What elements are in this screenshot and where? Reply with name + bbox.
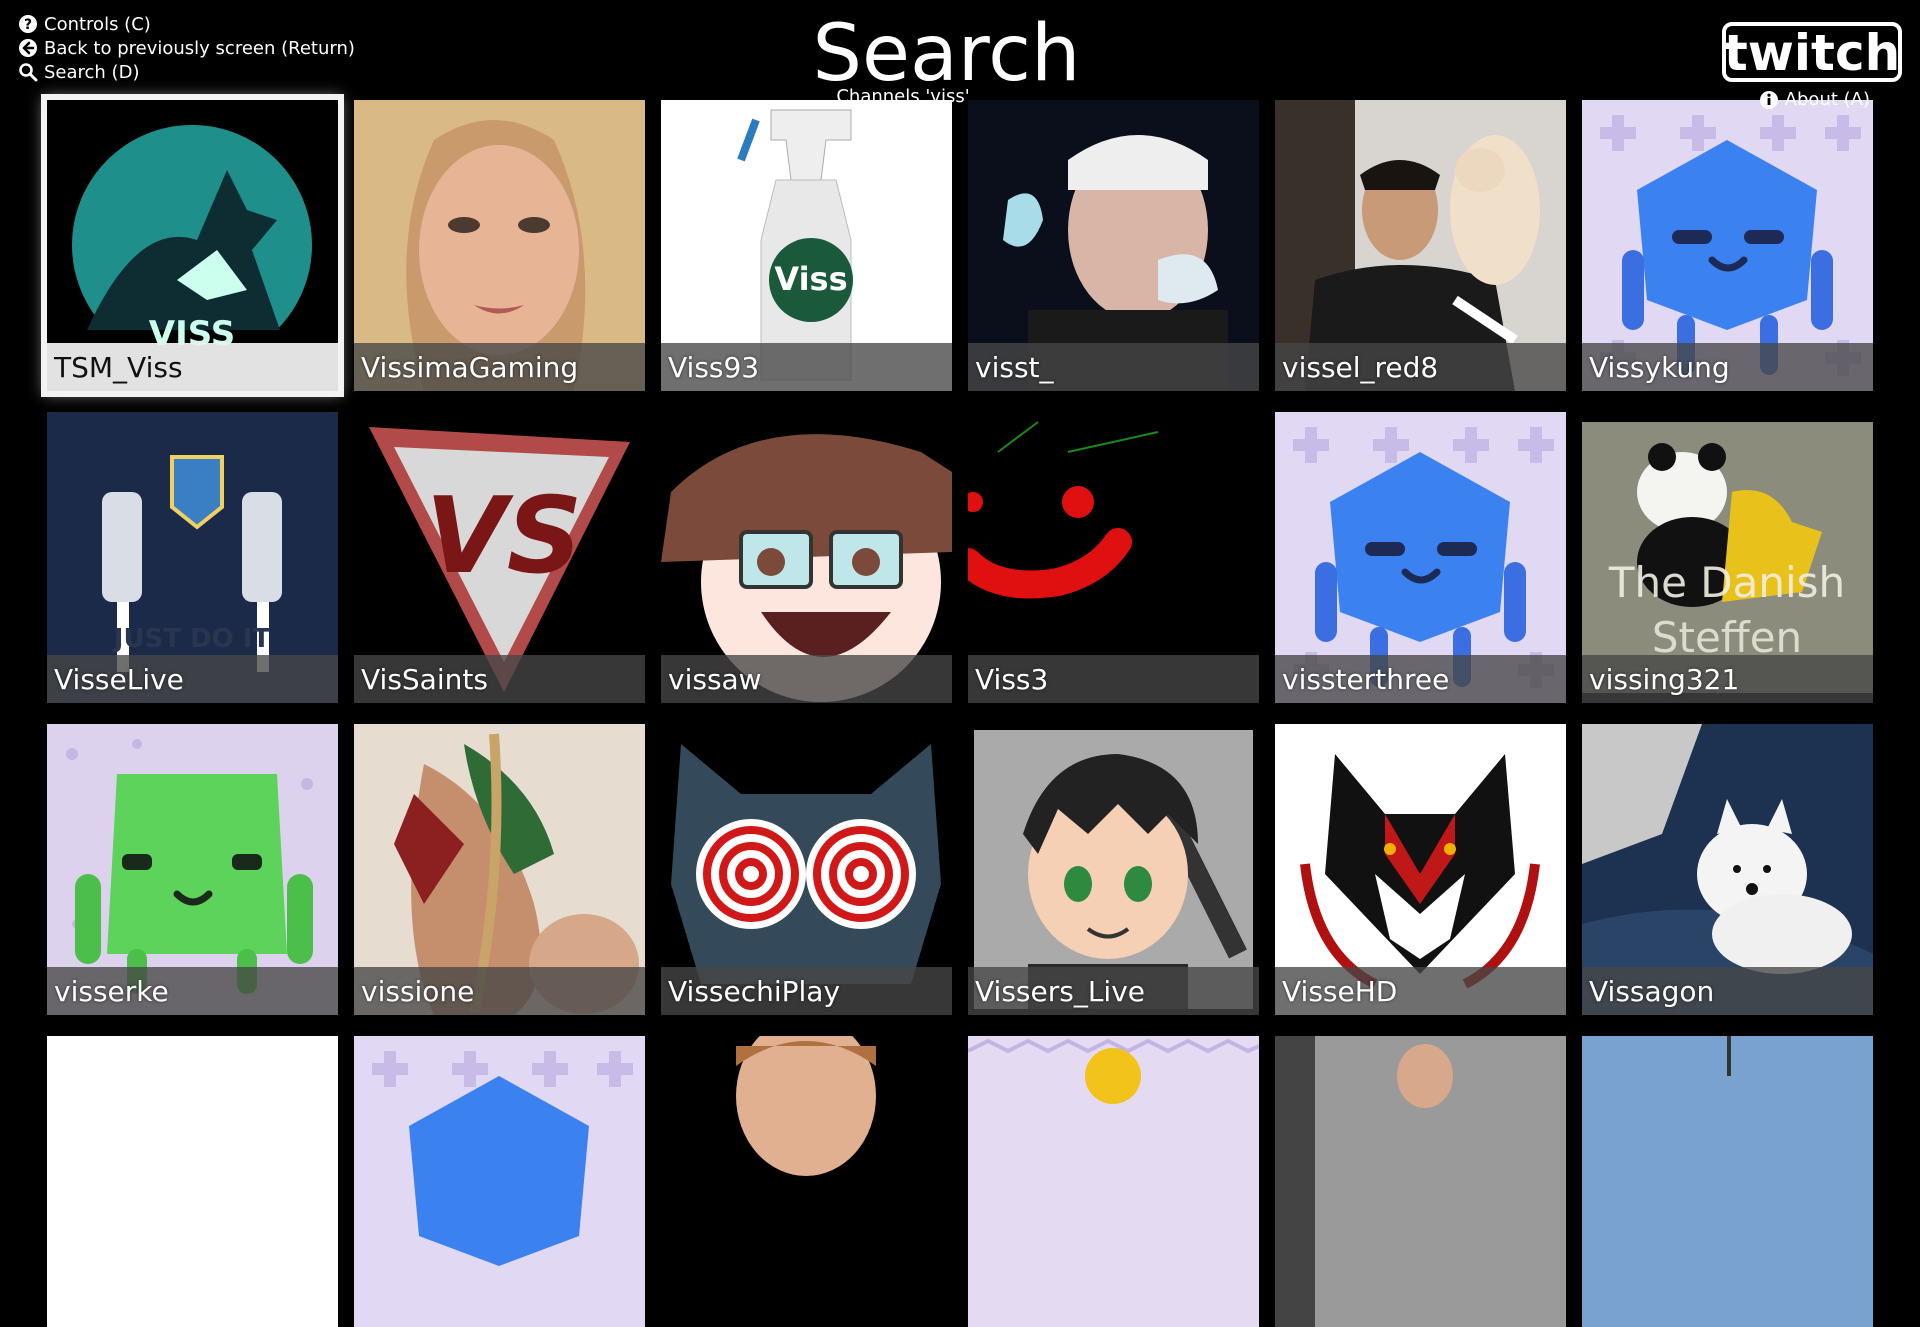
svg-text:JUST DO IT: JUST DO IT	[112, 624, 271, 654]
channel-tile[interactable]: JUST DO IT VisseLive	[47, 412, 338, 703]
channel-name: VisseHD	[1282, 974, 1398, 1008]
channel-name: vissterthree	[1282, 662, 1450, 696]
channel-tile[interactable]: vissaw	[661, 412, 952, 703]
channel-name-bar: Vissagon	[1582, 967, 1873, 1015]
channel-name: Vissagon	[1589, 974, 1715, 1008]
channel-tile[interactable]: visserke	[47, 724, 338, 1015]
channel-tile[interactable]: vissione	[354, 724, 645, 1015]
twitch-logo: twitch	[1722, 20, 1902, 84]
channel-name-bar: visserke	[47, 967, 338, 1015]
svg-text:Viss: Viss	[774, 260, 847, 298]
channel-name: VisSaints	[361, 662, 488, 696]
channel-name-bar: vissione	[354, 967, 645, 1015]
channel-name-bar: Viss93	[661, 343, 952, 391]
channel-tile[interactable]: VisseHD	[1275, 724, 1566, 1015]
svg-text:The Danish: The Danish	[1608, 558, 1845, 607]
channel-name: vissel_red8	[1282, 350, 1439, 384]
channel-name: vissione	[361, 974, 475, 1008]
channel-name-bar: vissterthree	[1275, 655, 1566, 703]
channel-tile[interactable]: VissechiPlay	[661, 724, 952, 1015]
channel-name-bar: VissimaGaming	[354, 343, 645, 391]
channel-name: Vissykung	[1589, 350, 1730, 384]
channel-tile[interactable]: The Danish Steffen vissing321	[1582, 412, 1873, 703]
channel-tile[interactable]: VissimaGaming	[354, 100, 645, 391]
channel-name: visst_	[975, 350, 1054, 384]
channel-name: Vissers_Live	[975, 974, 1145, 1008]
channel-name: VisseLive	[54, 662, 184, 696]
channel-tile[interactable]: vissel_red8	[1275, 100, 1566, 391]
channel-name: Viss93	[668, 350, 760, 384]
svg-text:VS: VS	[426, 475, 583, 597]
channel-tile[interactable]: Viss Viss93	[661, 100, 952, 391]
channel-tile[interactable]: VISS TSM_Viss	[41, 94, 344, 397]
channel-name-bar: vissaw	[661, 655, 952, 703]
channel-tile[interactable]: VS VisSaints	[354, 412, 645, 703]
channel-tile[interactable]: Vissykung	[1582, 100, 1873, 391]
channel-tile[interactable]: vissterthree	[1275, 412, 1566, 703]
channel-name: Viss3	[975, 662, 1049, 696]
channel-name: VissechiPlay	[668, 974, 841, 1008]
channel-name-bar: visst_	[968, 343, 1259, 391]
channel-name-bar: vissing321	[1582, 655, 1873, 703]
channel-name-bar: Vissers_Live	[968, 967, 1259, 1015]
twitch-logo-text: twitch	[1724, 24, 1900, 82]
channel-grid: VISS TSM_Viss VissimaGaming Viss Viss93 visst…	[41, 94, 1873, 1327]
channel-name-bar: VisSaints	[354, 655, 645, 703]
channel-tile[interactable]: visst_	[968, 100, 1259, 391]
about-label: About (A)	[1784, 89, 1870, 110]
channel-name-bar: Viss3	[968, 655, 1259, 703]
channel-name-bar: VisseLive	[47, 655, 338, 703]
channel-tile[interactable]: Vissers_Live	[968, 724, 1259, 1015]
search-query-subtitle: Channels 'viss'	[836, 86, 970, 107]
info-circle-icon	[1759, 90, 1779, 110]
channel-name: VissimaGaming	[361, 350, 579, 384]
channel-name: vissing321	[1589, 662, 1740, 696]
about-hint[interactable]: About (A)	[1759, 89, 1870, 110]
channel-tile[interactable]: Vissagon	[1582, 724, 1873, 1015]
channel-name: visserke	[54, 974, 169, 1008]
channel-tile[interactable]: Viss3	[968, 412, 1259, 703]
channel-name-bar: Vissykung	[1582, 343, 1873, 391]
channel-name: vissaw	[668, 662, 762, 696]
channel-name: TSM_Viss	[54, 350, 183, 384]
channel-name-bar: VissechiPlay	[661, 967, 952, 1015]
channel-name-bar: TSM_Viss	[47, 343, 338, 391]
channel-name-bar: VisseHD	[1275, 967, 1566, 1015]
channel-name-bar: vissel_red8	[1275, 343, 1566, 391]
